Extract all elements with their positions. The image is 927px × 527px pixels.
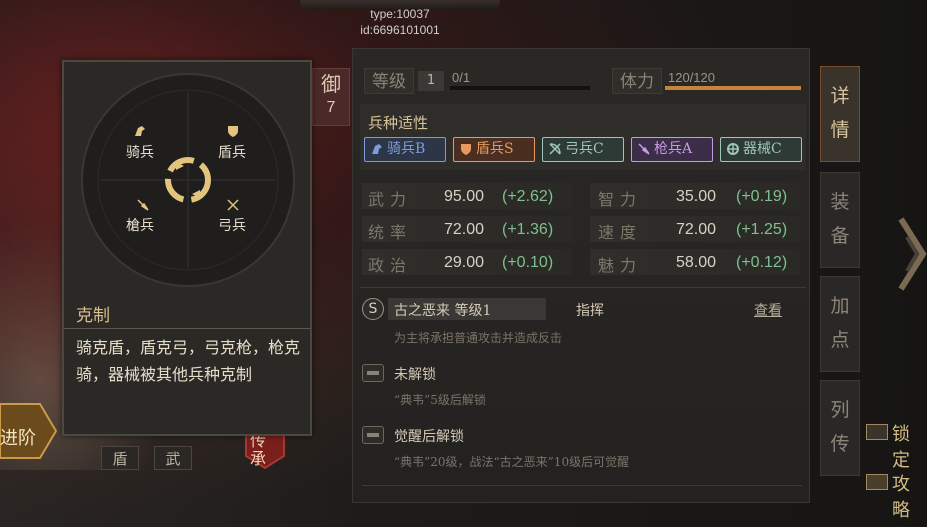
divider [362,485,802,486]
level-value: 1 [418,71,444,91]
inherit-button[interactable]: 传承 [250,432,270,468]
stat-label: 魅力 [598,256,643,275]
advance-button[interactable]: 进阶 [0,424,36,450]
divider [64,328,310,329]
spear-icon [638,143,650,155]
counter-tooltip: 骑兵 盾兵 槍兵 弓兵 克制 骑克盾，盾克弓，弓克枪，枪克骑，器械被其他兵种克制 [62,60,312,436]
strategy-button[interactable]: 攻略 [892,470,927,522]
stat-row-2: 统率 72.00 (+1.36) 速度 72.00 (+1.25) [362,216,802,242]
skill-desc: “典韦”20级，战法“古之恶来”10级后可觉醒 [394,455,630,469]
divider [360,287,806,288]
horse-icon [372,144,382,154]
debug-info: type:10037 id:6696101001 [330,6,470,38]
troop-tag-label: 枪兵A [654,141,693,157]
tab-points[interactable]: 加点 [820,276,860,372]
troop-tag-shield[interactable]: 盾兵S [453,137,535,162]
troop-tag-label: 骑兵B [387,141,426,157]
stat-bonus: (+0.10) [502,254,554,271]
stat-label: 速度 [598,223,643,242]
skill-name: 古之恶来 等级1 [394,303,492,319]
tooltip-title: 克制 [76,306,110,326]
bow-icon [549,143,561,155]
defense-tab-num: 7 [326,99,336,116]
tab-label: 加点 [830,295,850,351]
tab-label: 列传 [830,399,850,455]
skill-grade-badge: S [362,298,384,320]
wheel-bow: 弓兵 [218,218,246,234]
skill-name: 觉醒后解锁 [394,429,464,445]
tab-details[interactable]: 详情 [820,66,860,162]
exp-bar [450,86,590,90]
troop-tag-label: 盾兵S [476,141,514,157]
tab-equipment[interactable]: 装备 [820,172,860,268]
lock-icon [866,424,888,440]
skill-name: 未解锁 [394,367,436,383]
troop-aptitude-title: 兵种适性 [368,114,429,132]
lock-icon [362,364,384,382]
stat-value: 72.00 [676,221,717,238]
troop-tag-spear[interactable]: 枪兵A [631,137,713,162]
spear-icon [137,199,149,211]
defense-tab[interactable]: 御 7 [312,68,350,126]
level-label: 等级 [364,68,414,94]
troop-tag-siege[interactable]: 器械C [720,137,802,162]
skill-row-awaken: 觉醒后解锁 “典韦”20级，战法“古之恶来”10级后可觉醒 [362,424,802,469]
stat-label: 政治 [368,256,413,275]
stat-bonus: (+2.62) [502,188,554,205]
horse-icon [135,126,145,136]
shield-icon [228,126,238,137]
bow-icon [227,199,239,211]
skill-row-locked: 未解锁 “典韦”5级后解锁 [362,362,802,407]
skill-row-main[interactable]: S 古之恶来 等级1 指挥 查看 为主将承担普通攻击并造成反击 [362,298,802,346]
stat-label: 智力 [598,190,643,209]
stat-value: 29.00 [444,254,485,271]
stat-value: 72.00 [444,221,485,238]
tab-shield[interactable]: 盾 [101,446,139,470]
tab-label: 详情 [830,85,850,141]
stat-value: 58.00 [676,254,717,271]
wheel-cavalry: 骑兵 [126,145,154,161]
lock-button[interactable]: 锁定 [892,420,927,472]
wheel-spear: 槍兵 [126,218,154,234]
scroll-icon [866,474,888,490]
troop-tag-label: 弓兵C [565,141,604,157]
stat-label: 统率 [368,223,413,242]
shield-icon [461,144,471,155]
lock-icon [362,426,384,444]
tab-biography[interactable]: 列传 [820,380,860,476]
stat-row-1: 武力 95.00 (+2.62) 智力 35.00 (+0.19) [362,183,802,209]
stamina-value: 120/120 [668,70,715,85]
stat-bonus: (+1.36) [502,221,554,238]
gear-icon [727,143,739,155]
stat-label: 武力 [368,190,413,209]
stat-bonus: (+1.25) [736,221,788,238]
troop-tag-archer[interactable]: 弓兵C [542,137,624,162]
troop-tag-cavalry[interactable]: 骑兵B [364,137,446,162]
troop-tag-label: 器械C [743,141,782,157]
wheel-shield: 盾兵 [218,145,246,161]
tab-force[interactable]: 武 [154,446,192,470]
debug-type: type:10037 [370,7,430,21]
stat-bonus: (+0.19) [736,188,788,205]
stat-bonus: (+0.12) [736,254,788,271]
stat-value: 35.00 [676,188,717,205]
skill-desc: 为主将承担普通攻击并造成反击 [394,331,563,345]
counter-wheel [81,73,295,287]
exp-value: 0/1 [452,70,471,85]
stat-row-3: 政治 29.00 (+0.10) 魅力 58.00 (+0.12) [362,249,802,275]
stat-value: 95.00 [444,188,485,205]
next-arrow-icon[interactable] [897,215,927,293]
skill-type: 指挥 [576,303,604,319]
debug-id: id:6696101001 [360,23,440,37]
tab-label: 装备 [830,191,850,247]
skill-desc: “典韦”5级后解锁 [394,393,486,407]
tooltip-body: 骑克盾，盾克弓，弓克枪，枪克骑，器械被其他兵种克制 [76,338,301,384]
stamina-label: 体力 [612,68,662,94]
view-skill-link[interactable]: 查看 [754,300,782,320]
defense-tab-char: 御 [321,72,341,96]
stamina-bar [665,86,801,90]
